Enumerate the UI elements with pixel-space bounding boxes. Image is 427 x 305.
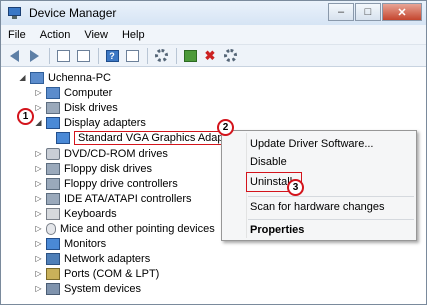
expand-icon[interactable]: ▷ [34,209,43,218]
network-adapter-icon [46,252,60,265]
tree-root-label: Uchenna-PC [48,71,111,84]
tree-item-floppy-disk-drives[interactable]: ▷ Floppy disk drives [34,161,152,176]
tree-item-display-adapters[interactable]: ◢ Display adapters [34,115,146,130]
port-icon [46,267,60,280]
tree-item-label: Ports (COM & LPT) [64,267,160,280]
forward-icon[interactable] [25,47,43,65]
expand-icon[interactable]: ▷ [34,284,43,293]
tree-item-disk-drives[interactable]: ▷ Disk drives [34,100,118,115]
menu-item-disable[interactable]: Disable [250,153,287,171]
tree-item-computer[interactable]: ▷ Computer [34,85,112,100]
keyboard-icon [46,207,60,220]
monitor-icon [46,237,60,250]
tree-item-keyboards[interactable]: ▷ Keyboards [34,206,117,221]
mouse-icon [46,222,56,235]
computer-icon [30,71,44,84]
tree-item-ide-ata-atapi[interactable]: ▷ IDE ATA/ATAPI controllers [34,191,192,206]
tree-item-label: Disk drives [64,101,118,114]
close-button[interactable]: ✕ [382,3,422,21]
tree-item-mice[interactable]: ▷ Mice and other pointing devices [34,221,215,236]
title-bar[interactable]: Device Manager – □ ✕ [1,1,426,25]
tree-item-label: IDE ATA/ATAPI controllers [64,192,192,205]
menu-help[interactable]: Help [115,29,152,41]
show-hide-tree-icon[interactable] [54,47,72,65]
expand-icon[interactable]: ▷ [34,149,43,158]
context-menu: Update Driver Software... Disable Uninst… [221,130,417,241]
tree-item-label: Floppy drive controllers [64,177,178,190]
window-title: Device Manager [29,6,117,20]
update-driver-icon[interactable] [181,47,199,65]
tree-item-system-devices[interactable]: ▷ System devices [34,281,141,296]
tree-item-label: Mice and other pointing devices [60,222,215,235]
uninstall-icon[interactable]: ✖ [201,47,219,65]
menu-item-update-driver[interactable]: Update Driver Software... [250,135,374,153]
tree-item-label: Keyboards [64,207,117,220]
device-manager-icon [7,5,23,21]
tree-item-dvd-cd-rom[interactable]: ▷ DVD/CD-ROM drives [34,146,168,161]
tree-item-label: System devices [64,282,142,295]
properties-icon[interactable] [74,47,92,65]
menu-bar: File Action View Help [1,25,426,45]
minimize-button[interactable]: – [328,3,354,21]
menu-item-scan[interactable]: Scan for hardware changes [250,198,385,216]
menu-file[interactable]: File [1,29,33,41]
help-glyph: ? [105,49,119,62]
tree-item-label: Monitors [64,237,107,250]
controller-icon [46,177,60,190]
tree-item-floppy-drive-controllers[interactable]: ▷ Floppy drive controllers [34,176,178,191]
collapse-icon[interactable]: ◢ [18,73,27,82]
collapse-icon[interactable]: ◢ [34,118,43,127]
floppy-drive-icon [46,162,60,175]
menu-action[interactable]: Action [33,29,78,41]
expand-icon[interactable]: ▷ [34,194,43,203]
properties-sheet-icon[interactable] [123,47,141,65]
step-2-badge: 2 [217,119,234,136]
help-icon[interactable]: ? [103,47,121,65]
scan-hardware-icon[interactable] [152,47,170,65]
disable-icon[interactable] [221,47,239,65]
toolbar-separator [98,47,99,64]
tree-item-label: Standard VGA Graphics Adapter [74,130,241,145]
expand-icon[interactable]: ▷ [34,239,43,248]
step-1-badge: 1 [17,108,34,125]
expand-icon[interactable]: ▷ [34,254,43,263]
disk-drive-icon [46,101,60,114]
computer-icon [46,86,60,99]
menu-separator [248,219,414,220]
tree-item-network-adapters[interactable]: ▷ Network adapters [34,251,150,266]
dvd-drive-icon [46,147,60,160]
tree-item-label: Network adapters [64,252,151,265]
expand-icon[interactable]: ▷ [34,103,43,112]
menu-view[interactable]: View [77,29,115,41]
expand-icon[interactable]: ▷ [34,164,43,173]
toolbar: ? ✖ [1,45,426,67]
tree-root[interactable]: ◢ Uchenna-PC [18,70,111,85]
tree-item-label: Display adapters [64,116,146,129]
tree-item-monitors[interactable]: ▷ Monitors [34,236,106,251]
expand-icon[interactable]: ▷ [34,179,43,188]
tree-item-label: Floppy disk drives [64,162,153,175]
expand-icon[interactable]: ▷ [34,269,43,278]
step-3-badge: 3 [287,179,304,196]
tree-item-standard-vga[interactable]: Standard VGA Graphics Adapter [56,130,241,145]
display-adapter-icon [46,116,60,129]
display-adapter-icon [56,131,70,144]
expand-icon[interactable]: ▷ [34,224,43,233]
device-manager-window: Device Manager – □ ✕ File Action View He… [0,0,427,305]
tree-item-label: DVD/CD-ROM drives [64,147,168,160]
controller-icon [46,192,60,205]
toolbar-separator [147,47,148,64]
toolbar-separator [176,47,177,64]
expand-icon[interactable]: ▷ [34,88,43,97]
tree-item-ports[interactable]: ▷ Ports (COM & LPT) [34,266,159,281]
back-icon[interactable] [5,47,23,65]
system-device-icon [46,282,60,295]
menu-separator [248,196,414,197]
toolbar-separator [49,47,50,64]
menu-item-properties[interactable]: Properties [250,221,304,239]
maximize-button[interactable]: □ [355,3,381,21]
tree-item-label: Computer [64,86,113,99]
